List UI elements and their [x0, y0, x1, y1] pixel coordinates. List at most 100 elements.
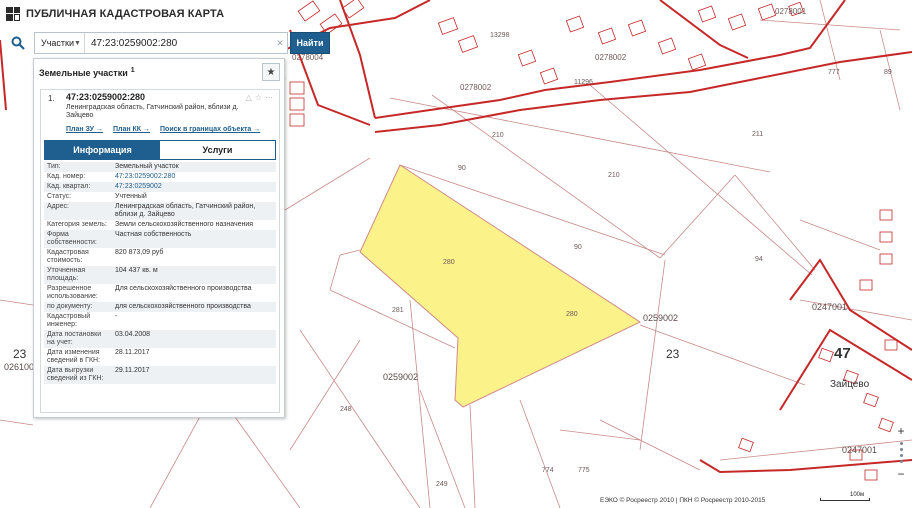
- parcel-number-label: 281: [392, 307, 404, 314]
- search-area: Участки ▼ ✕ Найти: [6, 32, 330, 54]
- zoom-controls: + −: [893, 424, 909, 481]
- parcel-number-label: 774: [542, 467, 554, 474]
- table-row: Категория земель: Земли сельскохозяйствен…: [44, 220, 276, 230]
- table-row: Дата изменения сведений в ГКН: 28.11.2017: [44, 348, 276, 366]
- quarter-label: 0259002: [383, 372, 418, 382]
- attr-key: Кад. номер:: [47, 173, 86, 180]
- zoom-in-icon[interactable]: +: [894, 424, 908, 438]
- parcel-number-label: 777: [828, 69, 840, 76]
- parcel-number-label: 248: [340, 406, 352, 413]
- star-outline-icon[interactable]: ☆: [255, 93, 262, 102]
- warning-icon[interactable]: △: [246, 93, 252, 102]
- tab-information[interactable]: Информация: [45, 141, 160, 159]
- panel-title: Земельные участки 1: [39, 66, 135, 78]
- attr-key: Кад. квартал:: [44, 182, 112, 192]
- attr-key: Уточненная площадь:: [44, 266, 112, 284]
- search-type-select[interactable]: Участки ▼: [35, 33, 85, 53]
- attr-key: Тип:: [44, 162, 112, 172]
- plan-kk-link[interactable]: План КК →: [113, 126, 150, 138]
- table-row: Кадастровая стоимость: 820 873,09 руб: [44, 248, 276, 266]
- parcel-number-label: 210: [492, 132, 504, 139]
- item-index: 1.: [48, 94, 55, 103]
- attr-key: Дата изменения сведений в ГКН:: [47, 349, 101, 364]
- district-label: 23: [666, 347, 680, 361]
- table-row: Дата выгрузки сведений из ГКН: 29.11.2017: [44, 366, 276, 384]
- attr-key: Разрешенное использование:: [47, 285, 98, 300]
- attr-value: 104 437 кв. м: [112, 266, 276, 284]
- attr-key: Статус:: [47, 193, 72, 200]
- star-icon: ★: [266, 66, 276, 78]
- search-in-bounds-link[interactable]: Поиск в границах объекта →: [160, 126, 260, 138]
- parcel-number-label: 11296: [574, 79, 593, 86]
- parcel-number-label: 249: [436, 481, 448, 488]
- cad-number-link[interactable]: 47:23:0259002:280: [115, 173, 175, 180]
- parcel-tabs: Информация Услуги: [44, 140, 276, 160]
- attr-key: Адрес:: [44, 202, 112, 220]
- table-row: Статус: Учтенный: [44, 192, 276, 202]
- table-row: Кад. квартал: 47:23:0259002: [44, 182, 276, 192]
- logo-icon: [6, 7, 20, 21]
- favorite-star-button[interactable]: ★: [262, 63, 280, 81]
- result-count: 1: [130, 66, 135, 74]
- quarter-label: 0247001: [842, 445, 877, 455]
- attr-value: 29.11.2017: [112, 366, 276, 384]
- search-type-label: Участки: [41, 38, 74, 48]
- table-row: Адрес: Ленинградская область, Гатчинский …: [44, 202, 276, 220]
- table-row: Дата постановки на учет: 03.04.2008: [44, 330, 276, 348]
- parcel-card-header: 1. 47:23:0259002:280 Ленинградская облас…: [41, 90, 279, 126]
- parcel-number-label: 13298: [490, 32, 510, 39]
- more-icon[interactable]: ⋯: [265, 93, 273, 102]
- quarter-label: 0278004: [292, 53, 324, 62]
- cad-quarter-link[interactable]: 47:23:0259002: [115, 183, 162, 190]
- map-attribution: ЕЭКО © Росреестр 2010 | ПКН © Росреестр …: [600, 497, 766, 504]
- attr-key: Дата постановки на учет:: [44, 330, 112, 348]
- quarter-label: 0247001: [812, 302, 847, 312]
- attr-value: Частная собственность: [112, 230, 276, 248]
- zoom-level-indicator[interactable]: [899, 442, 903, 463]
- attr-value: для сельскохозяйственного производства: [112, 302, 276, 312]
- quarter-label: 0278001: [775, 7, 807, 16]
- attr-key: Категория земель:: [47, 221, 107, 228]
- table-row: по документу: для сельскохозяйственного п…: [44, 302, 276, 312]
- attr-value: 03.04.2008: [112, 330, 276, 348]
- attr-value: Для сельскохозяйственного производства: [115, 285, 252, 292]
- table-row: Кадастровый инженер: -: [44, 312, 276, 330]
- quarter-label: 026100: [4, 362, 34, 372]
- quarter-label: 0278002: [460, 83, 492, 92]
- find-button[interactable]: Найти: [290, 32, 330, 54]
- attr-key: по документу:: [44, 302, 112, 312]
- parcel-number-label: 775: [578, 467, 590, 474]
- quarter-label: 0259002: [643, 313, 678, 323]
- district-label: 23: [13, 347, 27, 361]
- attr-key: Дата выгрузки сведений из ГКН:: [44, 366, 112, 384]
- clear-icon[interactable]: ✕: [273, 33, 287, 53]
- attr-key: Кадастровый инженер:: [47, 313, 91, 328]
- attr-value: 820 873,09 руб: [115, 249, 164, 256]
- attr-value: Земельный участок: [112, 162, 276, 172]
- table-row: Уточненная площадь: 104 437 кв. м: [44, 266, 276, 284]
- table-row: Форма собственности: Частная собственност…: [44, 230, 276, 248]
- attributes-table: Тип: Земельный участок Кад. номер: 47:23:0…: [44, 162, 276, 384]
- app-title: ПУБЛИЧНАЯ КАДАСТРОВАЯ КАРТА: [26, 8, 225, 20]
- parcel-number-label: 211: [752, 131, 763, 138]
- region-label: 47: [834, 345, 851, 362]
- zoom-out-icon[interactable]: −: [894, 467, 908, 481]
- attr-value: Ленинградская область, Гатчинский район,…: [112, 202, 276, 220]
- parcel-number-label: 89: [884, 69, 892, 76]
- table-row: Разрешенное использование: Для сельскохоз…: [44, 284, 276, 302]
- tab-services[interactable]: Услуги: [160, 141, 275, 159]
- scale-bar-line: [820, 498, 870, 501]
- parcel-card: 1. 47:23:0259002:280 Ленинградская облас…: [40, 89, 280, 413]
- parcel-number-label: 280: [443, 259, 455, 266]
- search-bar: Участки ▼ ✕: [34, 32, 288, 54]
- table-row: Кад. номер: 47:23:0259002:280: [44, 172, 276, 182]
- panel-header: Земельные участки 1 ★: [34, 59, 284, 85]
- search-icon[interactable]: [6, 32, 30, 54]
- quarter-label: 0278002: [595, 53, 627, 62]
- chevron-down-icon: ▼: [74, 39, 81, 47]
- scale-bar: 100м: [820, 492, 872, 502]
- attr-value: -: [115, 313, 118, 320]
- parcel-number[interactable]: 47:23:0259002:280: [66, 92, 145, 102]
- search-input[interactable]: [85, 33, 273, 53]
- plan-zu-link[interactable]: План ЗУ →: [66, 126, 103, 138]
